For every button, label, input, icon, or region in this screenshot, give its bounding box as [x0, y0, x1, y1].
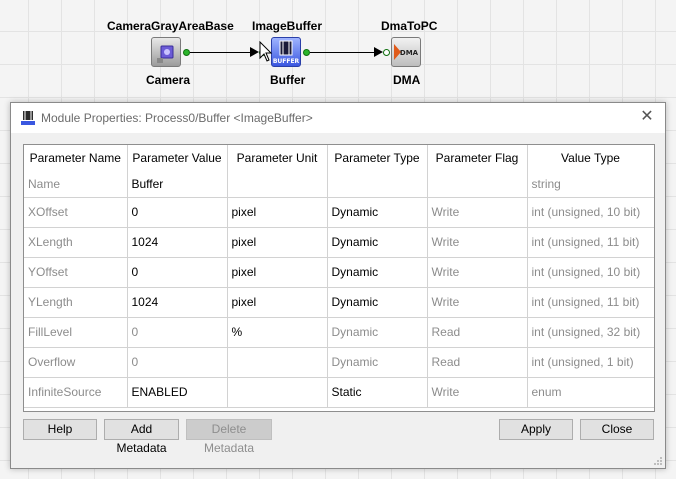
- buffer-module-node[interactable]: BUFFER: [271, 37, 301, 67]
- parameter-table: Parameter Name Parameter Value Parameter…: [23, 144, 655, 412]
- param-name-cell: InfiniteSource: [24, 377, 128, 408]
- dialog-title: Module Properties: Process0/Buffer <Imag…: [41, 111, 313, 125]
- param-flag-cell: [427, 171, 528, 198]
- close-button[interactable]: Close: [580, 419, 654, 440]
- param-type-cell: [327, 171, 428, 198]
- camera-module-node[interactable]: [151, 37, 181, 67]
- param-flag-cell: Read: [427, 317, 528, 348]
- buffer-node-title: ImageBuffer: [252, 19, 323, 33]
- table-row[interactable]: YLength 1024 pixel Dynamic Write int (unsigne…: [24, 287, 654, 318]
- buffer-icon-text: BUFFER: [273, 58, 300, 65]
- param-name-cell: XOffset: [24, 197, 128, 228]
- module-properties-dialog: Module Properties: Process0/Buffer <Imag…: [10, 102, 666, 469]
- param-value-cell[interactable]: 0: [127, 197, 228, 228]
- close-icon[interactable]: ✕: [637, 107, 657, 127]
- param-value-cell[interactable]: 1024: [127, 287, 228, 318]
- table-row[interactable]: XOffset 0 pixel Dynamic Write int (unsigned, …: [24, 197, 654, 228]
- param-flag-cell: Write: [427, 197, 528, 228]
- camera-to-buffer-link: [190, 52, 252, 53]
- param-value-cell: 0: [127, 347, 228, 378]
- param-name-cell: Overflow: [24, 347, 128, 378]
- delete-metadata-button[interactable]: Delete Metadata: [186, 419, 272, 455]
- column-header[interactable]: Parameter Flag: [427, 145, 528, 171]
- column-header[interactable]: Parameter Value: [127, 145, 228, 171]
- param-unit-cell: [227, 171, 328, 198]
- param-value-cell[interactable]: ENABLED: [127, 377, 228, 408]
- param-value-cell[interactable]: 1024: [127, 227, 228, 258]
- param-flag-cell: Write: [427, 257, 528, 288]
- value-type-cell: int (unsigned, 32 bit): [527, 317, 654, 348]
- param-unit-cell: pixel: [227, 227, 328, 258]
- resize-grip-icon[interactable]: [653, 456, 663, 466]
- table-row[interactable]: YOffset 0 pixel Dynamic Write int (unsigned, …: [24, 257, 654, 288]
- param-type-cell: Dynamic: [327, 227, 428, 258]
- apply-button[interactable]: Apply: [499, 419, 573, 440]
- camera-out-port[interactable]: [183, 49, 190, 56]
- param-value-cell[interactable]: 0: [127, 257, 228, 288]
- param-type-cell: Dynamic: [327, 347, 428, 378]
- param-unit-cell: [227, 347, 328, 378]
- dma-node-label: DMA: [393, 73, 421, 87]
- buffer-node-label: Buffer: [270, 73, 306, 87]
- camera-module-icon: [157, 45, 174, 63]
- value-type-cell: int (unsigned, 10 bit): [527, 197, 654, 228]
- param-name-cell: FillLevel: [24, 317, 128, 348]
- dma-icon-text: DMA: [400, 49, 419, 57]
- column-header[interactable]: Parameter Type: [327, 145, 428, 171]
- add-metadata-button[interactable]: Add Metadata: [104, 419, 179, 455]
- dma-in-port[interactable]: [383, 49, 390, 56]
- camera-node-label: Camera: [146, 73, 191, 87]
- mouse-cursor-icon: [259, 41, 273, 62]
- value-type-cell: int (unsigned, 10 bit): [527, 257, 654, 288]
- buffer-to-dma-link: [310, 52, 376, 53]
- param-name-cell: YLength: [24, 287, 128, 318]
- dma-node-title: DmaToPC: [381, 19, 438, 33]
- param-type-cell: Dynamic: [327, 257, 428, 288]
- dma-module-node[interactable]: DMA: [391, 37, 421, 67]
- param-unit-cell: [227, 377, 328, 408]
- value-type-cell: string: [527, 171, 654, 198]
- table-row[interactable]: XLength 1024 pixel Dynamic Write int (unsigne…: [24, 227, 654, 258]
- column-header[interactable]: Value Type: [527, 145, 654, 171]
- param-flag-cell: Read: [427, 347, 528, 378]
- value-type-cell: int (unsigned, 11 bit): [527, 287, 654, 318]
- param-type-cell: Dynamic: [327, 197, 428, 228]
- param-value-cell: 0: [127, 317, 228, 348]
- value-type-cell: int (unsigned, 11 bit): [527, 227, 654, 258]
- param-unit-cell: pixel: [227, 197, 328, 228]
- param-flag-cell: Write: [427, 377, 528, 408]
- param-name-cell: YOffset: [24, 257, 128, 288]
- camera-node-title: CameraGrayAreaBase: [107, 19, 234, 33]
- param-type-cell: Dynamic: [327, 317, 428, 348]
- value-type-cell: int (unsigned, 1 bit): [527, 347, 654, 378]
- table-header-row: Parameter Name Parameter Value Parameter…: [24, 145, 654, 171]
- param-unit-cell: pixel: [227, 257, 328, 288]
- link-arrow-icon: [250, 47, 259, 57]
- param-name-cell: Name: [24, 171, 128, 198]
- value-type-cell: enum: [527, 377, 654, 408]
- param-flag-cell: Write: [427, 227, 528, 258]
- param-value-cell[interactable]: Buffer: [127, 171, 228, 198]
- buffer-module-icon: BUFFER: [273, 40, 300, 65]
- table-row[interactable]: Name Buffer string: [24, 171, 654, 198]
- dma-module-icon: DMA: [394, 44, 419, 60]
- buffer-app-icon: [21, 111, 35, 125]
- table-row[interactable]: FillLevel 0% Dynamic Read int (unsigned, 32 …: [24, 317, 654, 348]
- param-type-cell: Dynamic: [327, 287, 428, 318]
- param-flag-cell: Write: [427, 287, 528, 318]
- column-header[interactable]: Parameter Name: [24, 145, 128, 171]
- param-unit-cell: %: [227, 317, 328, 348]
- link-arrow-icon: [374, 47, 383, 57]
- param-type-cell: Static: [327, 377, 428, 408]
- column-header[interactable]: Parameter Unit: [227, 145, 328, 171]
- table-row[interactable]: InfiniteSource ENABLED Static Write enum: [24, 377, 654, 408]
- param-unit-cell: pixel: [227, 287, 328, 318]
- buffer-out-port[interactable]: [303, 49, 310, 56]
- table-row[interactable]: Overflow 0 Dynamic Read int (unsigned, 1 bit…: [24, 347, 654, 378]
- help-button[interactable]: Help: [23, 419, 97, 440]
- param-name-cell: XLength: [24, 227, 128, 258]
- dialog-titlebar[interactable]: Module Properties: Process0/Buffer <Imag…: [11, 103, 665, 133]
